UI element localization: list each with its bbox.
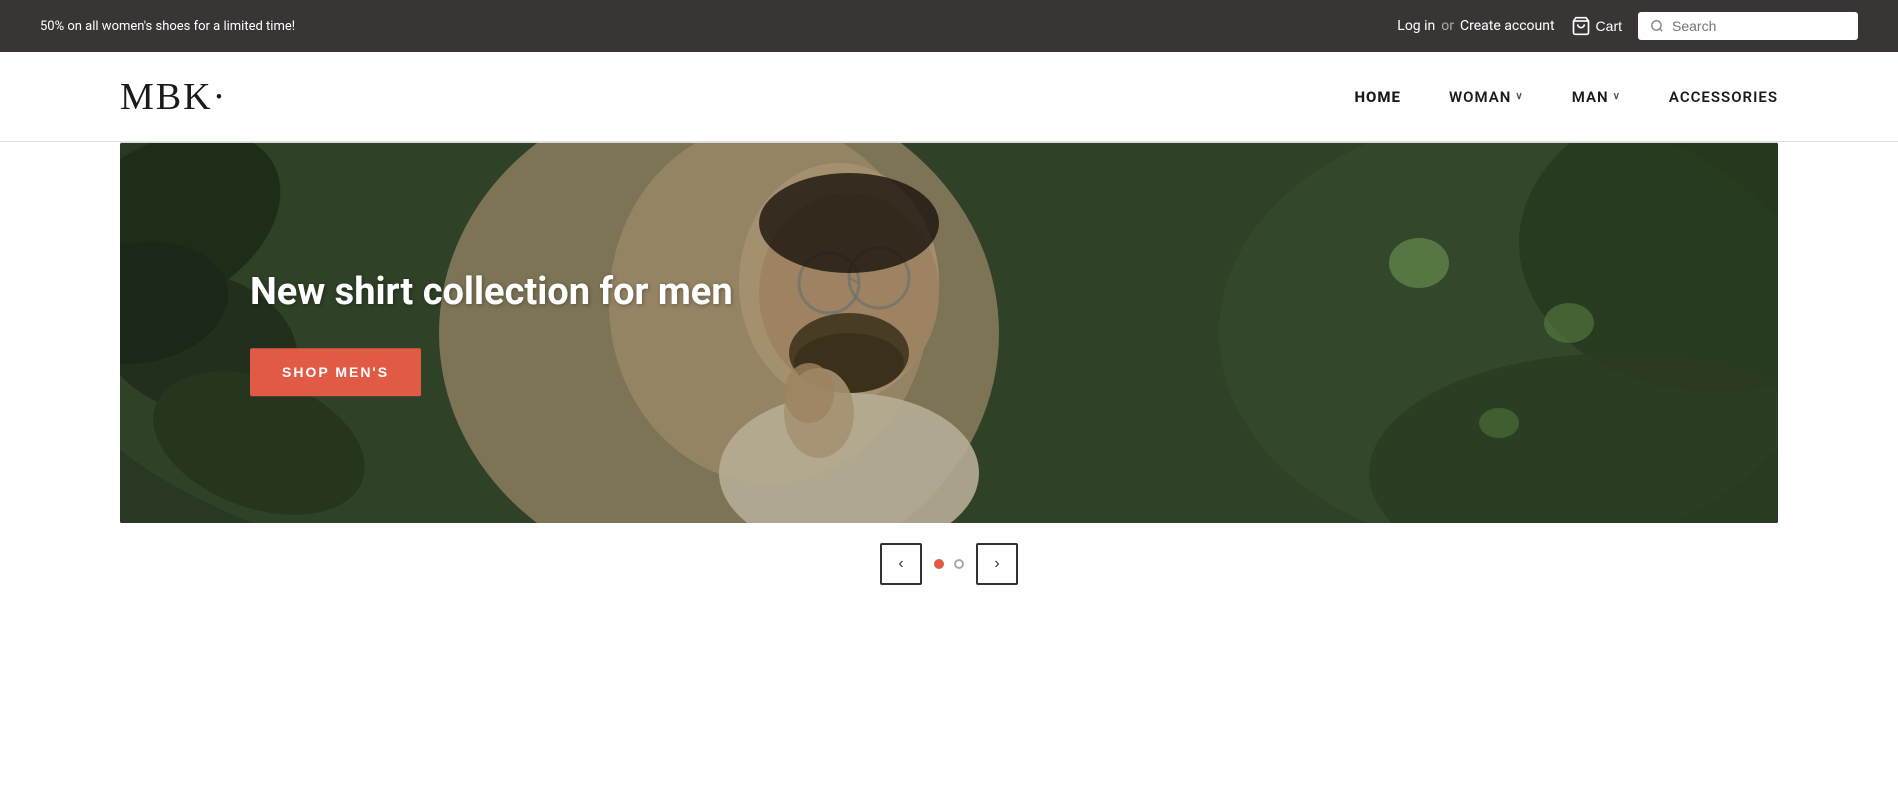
nav-man[interactable]: MAN ∨	[1572, 88, 1621, 106]
search-input[interactable]	[1672, 18, 1846, 34]
slider-prev-button[interactable]: ‹	[880, 543, 922, 585]
cart-icon	[1571, 16, 1591, 36]
announcement-bar: 50% on all women's shoes for a limited t…	[0, 0, 1898, 52]
announcement-text: 50% on all women's shoes for a limited t…	[40, 19, 295, 34]
man-chevron-icon: ∨	[1613, 91, 1621, 102]
nav-home[interactable]: HOME	[1354, 88, 1400, 106]
slider-next-button[interactable]: ›	[976, 543, 1018, 585]
login-link[interactable]: Log in	[1397, 18, 1435, 34]
auth-links: Log in or Create account	[1397, 18, 1554, 34]
hero-slider: New shirt collection for men SHOP MEN'S	[120, 143, 1778, 523]
hero-content: New shirt collection for men SHOP MEN'S	[250, 270, 733, 396]
hero-section: New shirt collection for men SHOP MEN'S …	[120, 143, 1778, 595]
nav-links: HOME WOMAN ∨ MAN ∨ ACCESSORIES	[1354, 88, 1778, 106]
main-nav: MBK· HOME WOMAN ∨ MAN ∨ ACCESSORIES	[0, 52, 1898, 142]
create-account-link[interactable]: Create account	[1460, 18, 1555, 34]
cart-label: Cart	[1596, 18, 1622, 34]
slider-dot-2[interactable]	[954, 559, 964, 569]
cart-button[interactable]: Cart	[1571, 16, 1622, 36]
hero-title: New shirt collection for men	[250, 270, 733, 316]
slider-dots	[934, 559, 964, 569]
shop-mens-button[interactable]: SHOP MEN'S	[250, 348, 421, 396]
search-box[interactable]	[1638, 12, 1858, 40]
nav-accessories[interactable]: ACCESSORIES	[1669, 88, 1778, 106]
top-right-nav: Log in or Create account Cart	[1397, 12, 1858, 40]
logo[interactable]: MBK·	[120, 75, 227, 119]
search-icon	[1650, 19, 1664, 33]
slider-dot-1[interactable]	[934, 559, 944, 569]
woman-chevron-icon: ∨	[1515, 91, 1523, 102]
slider-controls: ‹ ›	[120, 523, 1778, 595]
auth-separator: or	[1441, 18, 1454, 34]
nav-woman[interactable]: WOMAN ∨	[1449, 88, 1524, 106]
